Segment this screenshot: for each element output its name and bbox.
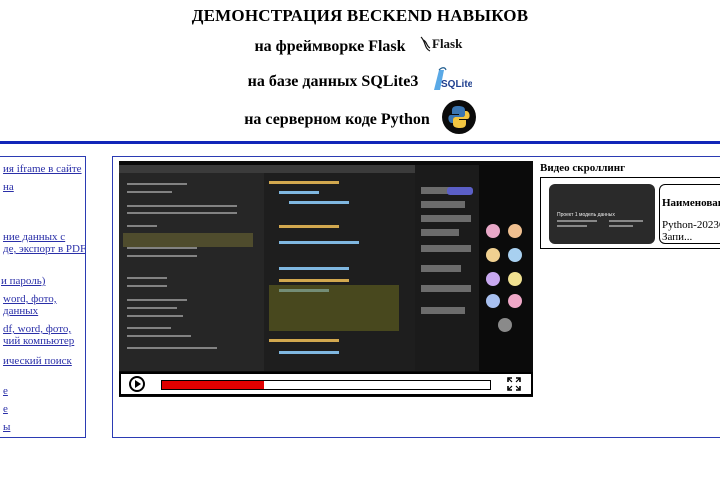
sqlite-logo-text: SQLite (441, 79, 472, 90)
sidebar-link-9[interactable]: е (3, 403, 8, 415)
sidebar-link-word-photo[interactable]: word, фото, данных (3, 293, 85, 317)
sidebar-link-8[interactable]: е (3, 385, 8, 397)
video-card-1-thumb (557, 220, 643, 227)
video-scroller[interactable]: Проект 1 модель данных Наименован Python… (540, 177, 720, 249)
video-card-1[interactable]: Проект 1 модель данных (549, 184, 655, 244)
language-line: на серверном коде Python (0, 100, 720, 139)
video-scroller-title: Видео скроллинг (540, 162, 626, 174)
page-title: ДЕМОНСТРАЦИЯ BECKEND НАВЫКОВ (191, 6, 529, 25)
video-card-2[interactable]: Наименован Python-2023С Запи... (659, 184, 720, 244)
play-icon[interactable] (129, 376, 145, 392)
fullscreen-icon[interactable] (507, 377, 521, 391)
sidebar-link-export-pdf[interactable]: ние данных с де, экспорт в PDF (3, 231, 85, 255)
python-logo (441, 100, 476, 139)
video-card-2-title: Наименован (662, 197, 720, 209)
video-controls (119, 372, 533, 396)
sidebar-link-10[interactable]: ы (3, 421, 10, 433)
language-text: на серверном коде Python (244, 110, 430, 128)
progress-bar[interactable] (161, 380, 491, 390)
database-line: на базе данных SQLite3 SQLite (0, 66, 720, 97)
framework-line: на фреймворке Flask Flask (0, 34, 720, 59)
framework-text: на фреймворке Flask (254, 37, 406, 55)
database-text: на базе данных SQLite3 (247, 72, 419, 90)
header-divider (0, 141, 720, 144)
sqlite-logo: SQLite (430, 66, 474, 97)
sidebar-link-2[interactable]: на (3, 181, 14, 193)
sidebar-link-search[interactable]: ический поиск (3, 355, 72, 367)
sidebar-link-iframe[interactable]: ия iframe в сайте (3, 163, 82, 175)
video-frame (119, 161, 533, 397)
flask-logo: Flask (418, 34, 466, 59)
header: ДЕМОНСТРАЦИЯ BECKEND НАВЫКОВ на фреймвор… (0, 0, 720, 142)
video-card-2-text: Python-2023С Запи... (662, 219, 720, 243)
sidebar-link-password[interactable]: и пароль) (1, 275, 45, 287)
sidebar-link-download[interactable]: df, word, фото, чий компьютер (3, 323, 85, 347)
progress-fill (162, 381, 264, 389)
flask-logo-text: Flask (432, 36, 463, 51)
video-player[interactable] (119, 161, 533, 397)
sidebar-nav: ия iframe в сайте на ние данных с де, эк… (0, 156, 86, 438)
